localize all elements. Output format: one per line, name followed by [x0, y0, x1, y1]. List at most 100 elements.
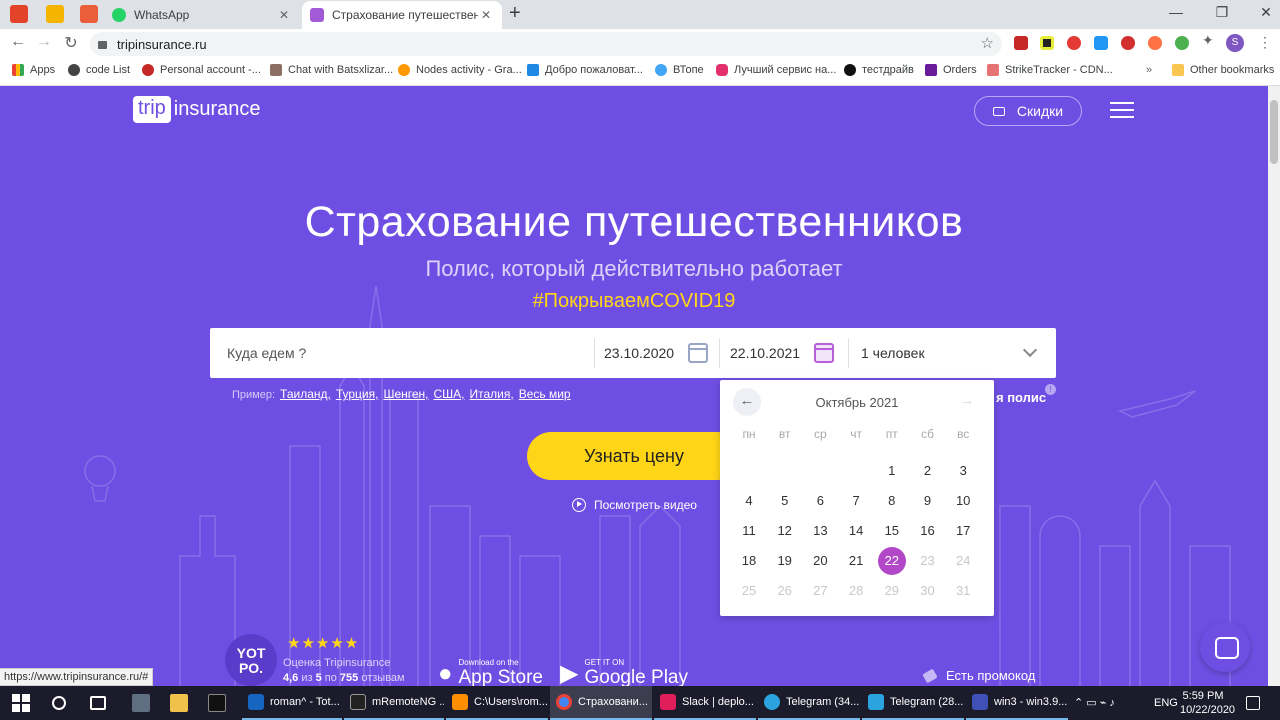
example-link[interactable]: Турция,: [336, 387, 379, 401]
chrome-menu-icon[interactable]: ⋮: [1258, 34, 1272, 51]
maximize-button[interactable]: ❐: [1212, 4, 1232, 21]
calendar-icon[interactable]: [814, 343, 834, 363]
page-scrollbar[interactable]: [1268, 86, 1280, 686]
bookmark-star-icon[interactable]: ☆: [981, 34, 994, 52]
calendar-day[interactable]: 19: [767, 546, 803, 576]
bookmark-item[interactable]: Лучший сервис на...: [716, 64, 836, 76]
example-link[interactable]: Италия,: [470, 387, 514, 401]
calendar-day[interactable]: 4: [731, 486, 767, 516]
extension-icon[interactable]: [1121, 36, 1135, 50]
bookmark-item[interactable]: Orders: [925, 64, 977, 76]
task-view-icon[interactable]: [90, 696, 106, 710]
site-logo[interactable]: trip insurance: [133, 96, 261, 123]
calendar-day[interactable]: 3: [945, 456, 981, 486]
close-tab-icon[interactable]: ✕: [478, 8, 494, 22]
hamburger-menu-icon[interactable]: [1110, 102, 1134, 123]
file-explorer-icon[interactable]: [170, 694, 188, 712]
persons-select[interactable]: 1 человек: [861, 328, 925, 378]
discounts-button[interactable]: Скидки: [974, 96, 1082, 126]
calendar-day[interactable]: 9: [910, 486, 946, 516]
extension-icon[interactable]: [1094, 36, 1108, 50]
back-button[interactable]: ←: [8, 33, 28, 51]
pinned-tab-icon[interactable]: [46, 5, 64, 23]
chevron-down-icon[interactable]: [1022, 342, 1038, 358]
terminal-icon[interactable]: [208, 694, 226, 712]
calendar-day[interactable]: 1: [874, 456, 910, 486]
calendar-day[interactable]: 20: [802, 546, 838, 576]
taskbar-app[interactable]: Telegram (28...: [862, 686, 964, 720]
bookmarks-overflow-icon[interactable]: »: [1146, 64, 1152, 76]
watch-video-link[interactable]: Посмотреть видео: [572, 498, 697, 512]
calendar-day[interactable]: 15: [874, 516, 910, 546]
chat-widget-button[interactable]: [1200, 622, 1250, 672]
info-icon[interactable]: !: [1045, 384, 1056, 395]
bookmark-item[interactable]: StrikeTracker - CDN...: [987, 64, 1113, 76]
calendar-day[interactable]: 6: [802, 486, 838, 516]
calendar-day[interactable]: 2: [910, 456, 946, 486]
example-link[interactable]: Шенген,: [383, 387, 428, 401]
search-icon[interactable]: [52, 696, 66, 710]
app-store-badge[interactable]: ● Download on the App Store: [438, 658, 543, 686]
get-price-button[interactable]: Узнать цену: [527, 432, 741, 480]
taskbar-app[interactable]: C:\Users\rom...: [446, 686, 548, 720]
scrollbar-thumb[interactable]: [1270, 100, 1278, 164]
minimize-button[interactable]: —: [1166, 4, 1186, 20]
extension-icon[interactable]: [1175, 36, 1189, 50]
taskbar-app[interactable]: Slack | deplo...: [654, 686, 756, 720]
extension-icon[interactable]: [1067, 36, 1081, 50]
calendar-day[interactable]: 17: [945, 516, 981, 546]
calendar-day-selected[interactable]: 22: [874, 546, 910, 576]
extension-icon[interactable]: [1148, 36, 1162, 50]
example-link[interactable]: США,: [434, 387, 465, 401]
calendar-day[interactable]: 18: [731, 546, 767, 576]
taskbar-app[interactable]: roman^ - Tot...: [242, 686, 342, 720]
bookmark-item[interactable]: тестдрайв: [844, 64, 914, 76]
pinned-tab-icon[interactable]: [80, 5, 98, 23]
date-to-field[interactable]: 22.10.2021: [730, 328, 800, 378]
extension-icon[interactable]: [1014, 36, 1028, 50]
calendar-day[interactable]: 11: [731, 516, 767, 546]
calendar-day[interactable]: 8: [874, 486, 910, 516]
google-play-badge[interactable]: ▶ GET IT ON Google Play: [560, 658, 688, 686]
calendar-icon[interactable]: [688, 343, 708, 363]
language-indicator[interactable]: ENG: [1154, 686, 1178, 720]
bookmark-item[interactable]: code List: [68, 64, 130, 76]
bookmark-apps[interactable]: Apps: [12, 64, 55, 76]
profile-avatar[interactable]: S: [1226, 34, 1244, 52]
taskbar-app[interactable]: Telegram (34...: [758, 686, 860, 720]
pinned-app-icon[interactable]: [132, 694, 150, 712]
example-link[interactable]: Весь мир: [519, 387, 571, 401]
calendar-day[interactable]: 16: [910, 516, 946, 546]
taskbar-app[interactable]: mRemoteNG ...: [344, 686, 444, 720]
forward-button[interactable]: →: [34, 33, 54, 51]
bookmark-item[interactable]: Добро пожаловат...: [527, 64, 643, 76]
calendar-day[interactable]: 7: [838, 486, 874, 516]
taskbar-clock[interactable]: 5:59 PM 10/22/2020: [1180, 689, 1235, 717]
reload-button[interactable]: ↻: [61, 33, 81, 53]
date-from-field[interactable]: 23.10.2020: [604, 328, 674, 378]
tab-tripinsurance[interactable]: Страхование путешественников ✕: [302, 1, 502, 29]
tray-icons[interactable]: ⌃ ▭ ⌁ ♪: [1074, 686, 1115, 720]
extension-icon[interactable]: [1040, 36, 1054, 50]
destination-input[interactable]: Куда едем ?: [227, 328, 306, 378]
bookmark-item[interactable]: Nodes activity - Gra...: [398, 64, 522, 76]
calendar-day[interactable]: 13: [802, 516, 838, 546]
calendar-day[interactable]: 5: [767, 486, 803, 516]
gitlab-pinned-tab-icon[interactable]: [10, 5, 28, 23]
bookmark-item[interactable]: Chat with Batsxlizar...: [270, 64, 393, 76]
tab-whatsapp[interactable]: WhatsApp ✕: [104, 1, 300, 29]
bookmark-item[interactable]: Personal account -...: [142, 64, 261, 76]
bookmark-item[interactable]: ВТопе: [655, 64, 704, 76]
calendar-day[interactable]: 21: [838, 546, 874, 576]
yotpo-logo[interactable]: YOT PO.: [225, 634, 277, 686]
calendar-day[interactable]: 10: [945, 486, 981, 516]
close-window-button[interactable]: ✕: [1256, 4, 1276, 21]
windows-start-icon[interactable]: [12, 694, 30, 712]
close-tab-icon[interactable]: ✕: [276, 8, 292, 22]
extensions-puzzle-icon[interactable]: ✦: [1202, 32, 1216, 48]
taskbar-app-chrome[interactable]: Страховани...: [550, 686, 652, 720]
promo-code-link[interactable]: Есть промокод: [922, 668, 1035, 683]
new-tab-button[interactable]: +: [509, 2, 521, 25]
address-bar[interactable]: tripinsurance.ru ☆: [90, 32, 1002, 56]
taskbar-app[interactable]: win3 - win3.9...: [966, 686, 1068, 720]
